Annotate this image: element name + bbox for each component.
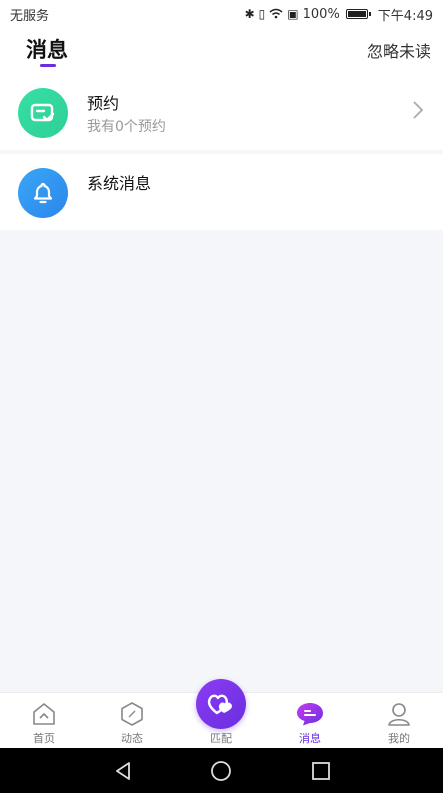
- message-subtitle: 我有0个预约: [87, 119, 166, 135]
- status-bar: 无服务 ✱ ▯ ▣ 100% 下午4:49: [0, 0, 443, 28]
- home-icon: [31, 700, 57, 728]
- match-button[interactable]: [196, 679, 246, 729]
- message-title: 系统消息: [87, 174, 152, 193]
- title-underline: [40, 64, 56, 67]
- message-list: 预约 我有0个预约 系统消息: [0, 74, 443, 230]
- bluetooth-icon: ✱: [244, 7, 255, 21]
- message-item-appointment[interactable]: 预约 我有0个预约: [0, 74, 443, 150]
- hearts-icon: [207, 694, 232, 715]
- nav-label: 首页: [33, 732, 55, 745]
- recents-icon[interactable]: [310, 760, 332, 786]
- user-icon: [386, 700, 412, 728]
- back-icon[interactable]: [112, 760, 134, 786]
- chevron-right-icon: [413, 101, 424, 123]
- vibrate-icon: ▯: [258, 7, 266, 21]
- page-title: 消息: [26, 38, 68, 62]
- bell-icon: [18, 168, 68, 218]
- nav-label: 匹配: [210, 732, 232, 745]
- nav-item-feed[interactable]: 动态: [88, 693, 176, 749]
- home-circle-icon[interactable]: [210, 760, 232, 786]
- bottom-nav: 首页 动态 匹配 消息 我的: [0, 679, 443, 749]
- battery-percent: 100%: [302, 6, 340, 22]
- page-header: 消息 忽略未读: [0, 28, 443, 74]
- system-nav-bar: [0, 748, 443, 793]
- clock-time: 下午4:49: [377, 8, 433, 24]
- nav-item-profile[interactable]: 我的: [355, 693, 443, 749]
- message-title: 预约: [87, 94, 120, 113]
- nav-item-home[interactable]: 首页: [0, 693, 88, 749]
- message-item-system[interactable]: 系统消息: [0, 154, 443, 230]
- ignore-unread-button[interactable]: 忽略未读: [367, 38, 431, 62]
- appointment-icon: [18, 88, 68, 138]
- nav-label: 消息: [299, 732, 321, 745]
- battery-icon: [345, 9, 371, 19]
- nav-item-messages[interactable]: 消息: [266, 693, 354, 749]
- nav-label: 动态: [121, 732, 143, 745]
- chat-icon: [295, 700, 325, 728]
- compass-icon: [119, 700, 145, 728]
- nav-label: 我的: [388, 732, 410, 745]
- wifi-icon: [269, 8, 283, 21]
- carrier-text: 无服务: [10, 8, 50, 24]
- sim-icon: ▣: [287, 7, 299, 21]
- status-icons: ✱ ▯ ▣ 100% 下午4:49: [245, 5, 433, 24]
